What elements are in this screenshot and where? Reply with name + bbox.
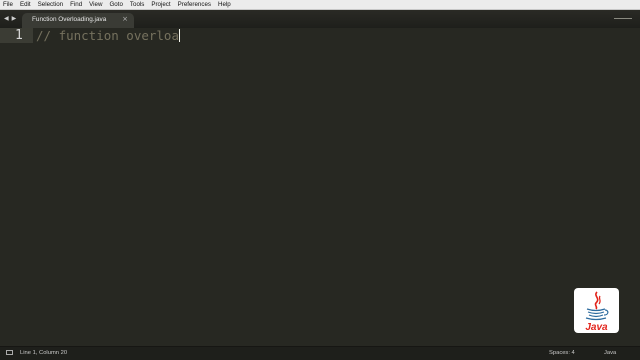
tab-label: Function Overloading.java (32, 16, 107, 23)
code-comment-text: // function overloa (36, 28, 179, 43)
java-coffee-cup-icon: Java (585, 291, 609, 333)
current-line-gutter: 1 (0, 28, 33, 43)
line-number: 1 (15, 28, 23, 43)
menu-selection[interactable]: Selection (38, 0, 63, 10)
tab-bar: ◀ ▶ Function Overloading.java × (0, 10, 640, 28)
menu-bar: File Edit Selection Find View Goto Tools… (0, 0, 640, 10)
menu-find[interactable]: Find (70, 0, 82, 10)
text-cursor (179, 29, 180, 42)
menu-tools[interactable]: Tools (130, 0, 144, 10)
java-logo-text: Java (585, 322, 608, 333)
sublime-text-window: File Edit Selection Find View Goto Tools… (0, 0, 640, 360)
menu-project[interactable]: Project (151, 0, 170, 10)
java-logo: Java (574, 288, 619, 333)
menu-preferences[interactable]: Preferences (178, 0, 211, 10)
tab-function-overloading[interactable]: Function Overloading.java × (22, 13, 134, 28)
menu-file[interactable]: File (3, 0, 13, 10)
cursor-position: Line 1, Column 20 (20, 350, 68, 356)
tab-next-arrow-icon[interactable]: ▶ (12, 15, 17, 22)
tab-prev-arrow-icon[interactable]: ◀ (4, 15, 9, 22)
minimap-indicator-icon (614, 18, 632, 19)
menu-help[interactable]: Help (218, 0, 231, 10)
code-line[interactable]: // function overloa (36, 29, 180, 43)
editor-area[interactable]: 1 // function overloa (0, 28, 640, 346)
menu-edit[interactable]: Edit (20, 0, 31, 10)
status-bar: Line 1, Column 20 Spaces: 4 Java (0, 346, 640, 360)
tab-close-icon[interactable]: × (122, 15, 128, 23)
indentation-setting[interactable]: Spaces: 4 (549, 350, 575, 356)
menu-goto[interactable]: Goto (109, 0, 122, 10)
menu-view[interactable]: View (89, 0, 102, 10)
panel-toggle-icon[interactable] (6, 350, 13, 355)
tab-navigation: ◀ ▶ (4, 15, 16, 22)
syntax-selector[interactable]: Java (604, 350, 616, 356)
